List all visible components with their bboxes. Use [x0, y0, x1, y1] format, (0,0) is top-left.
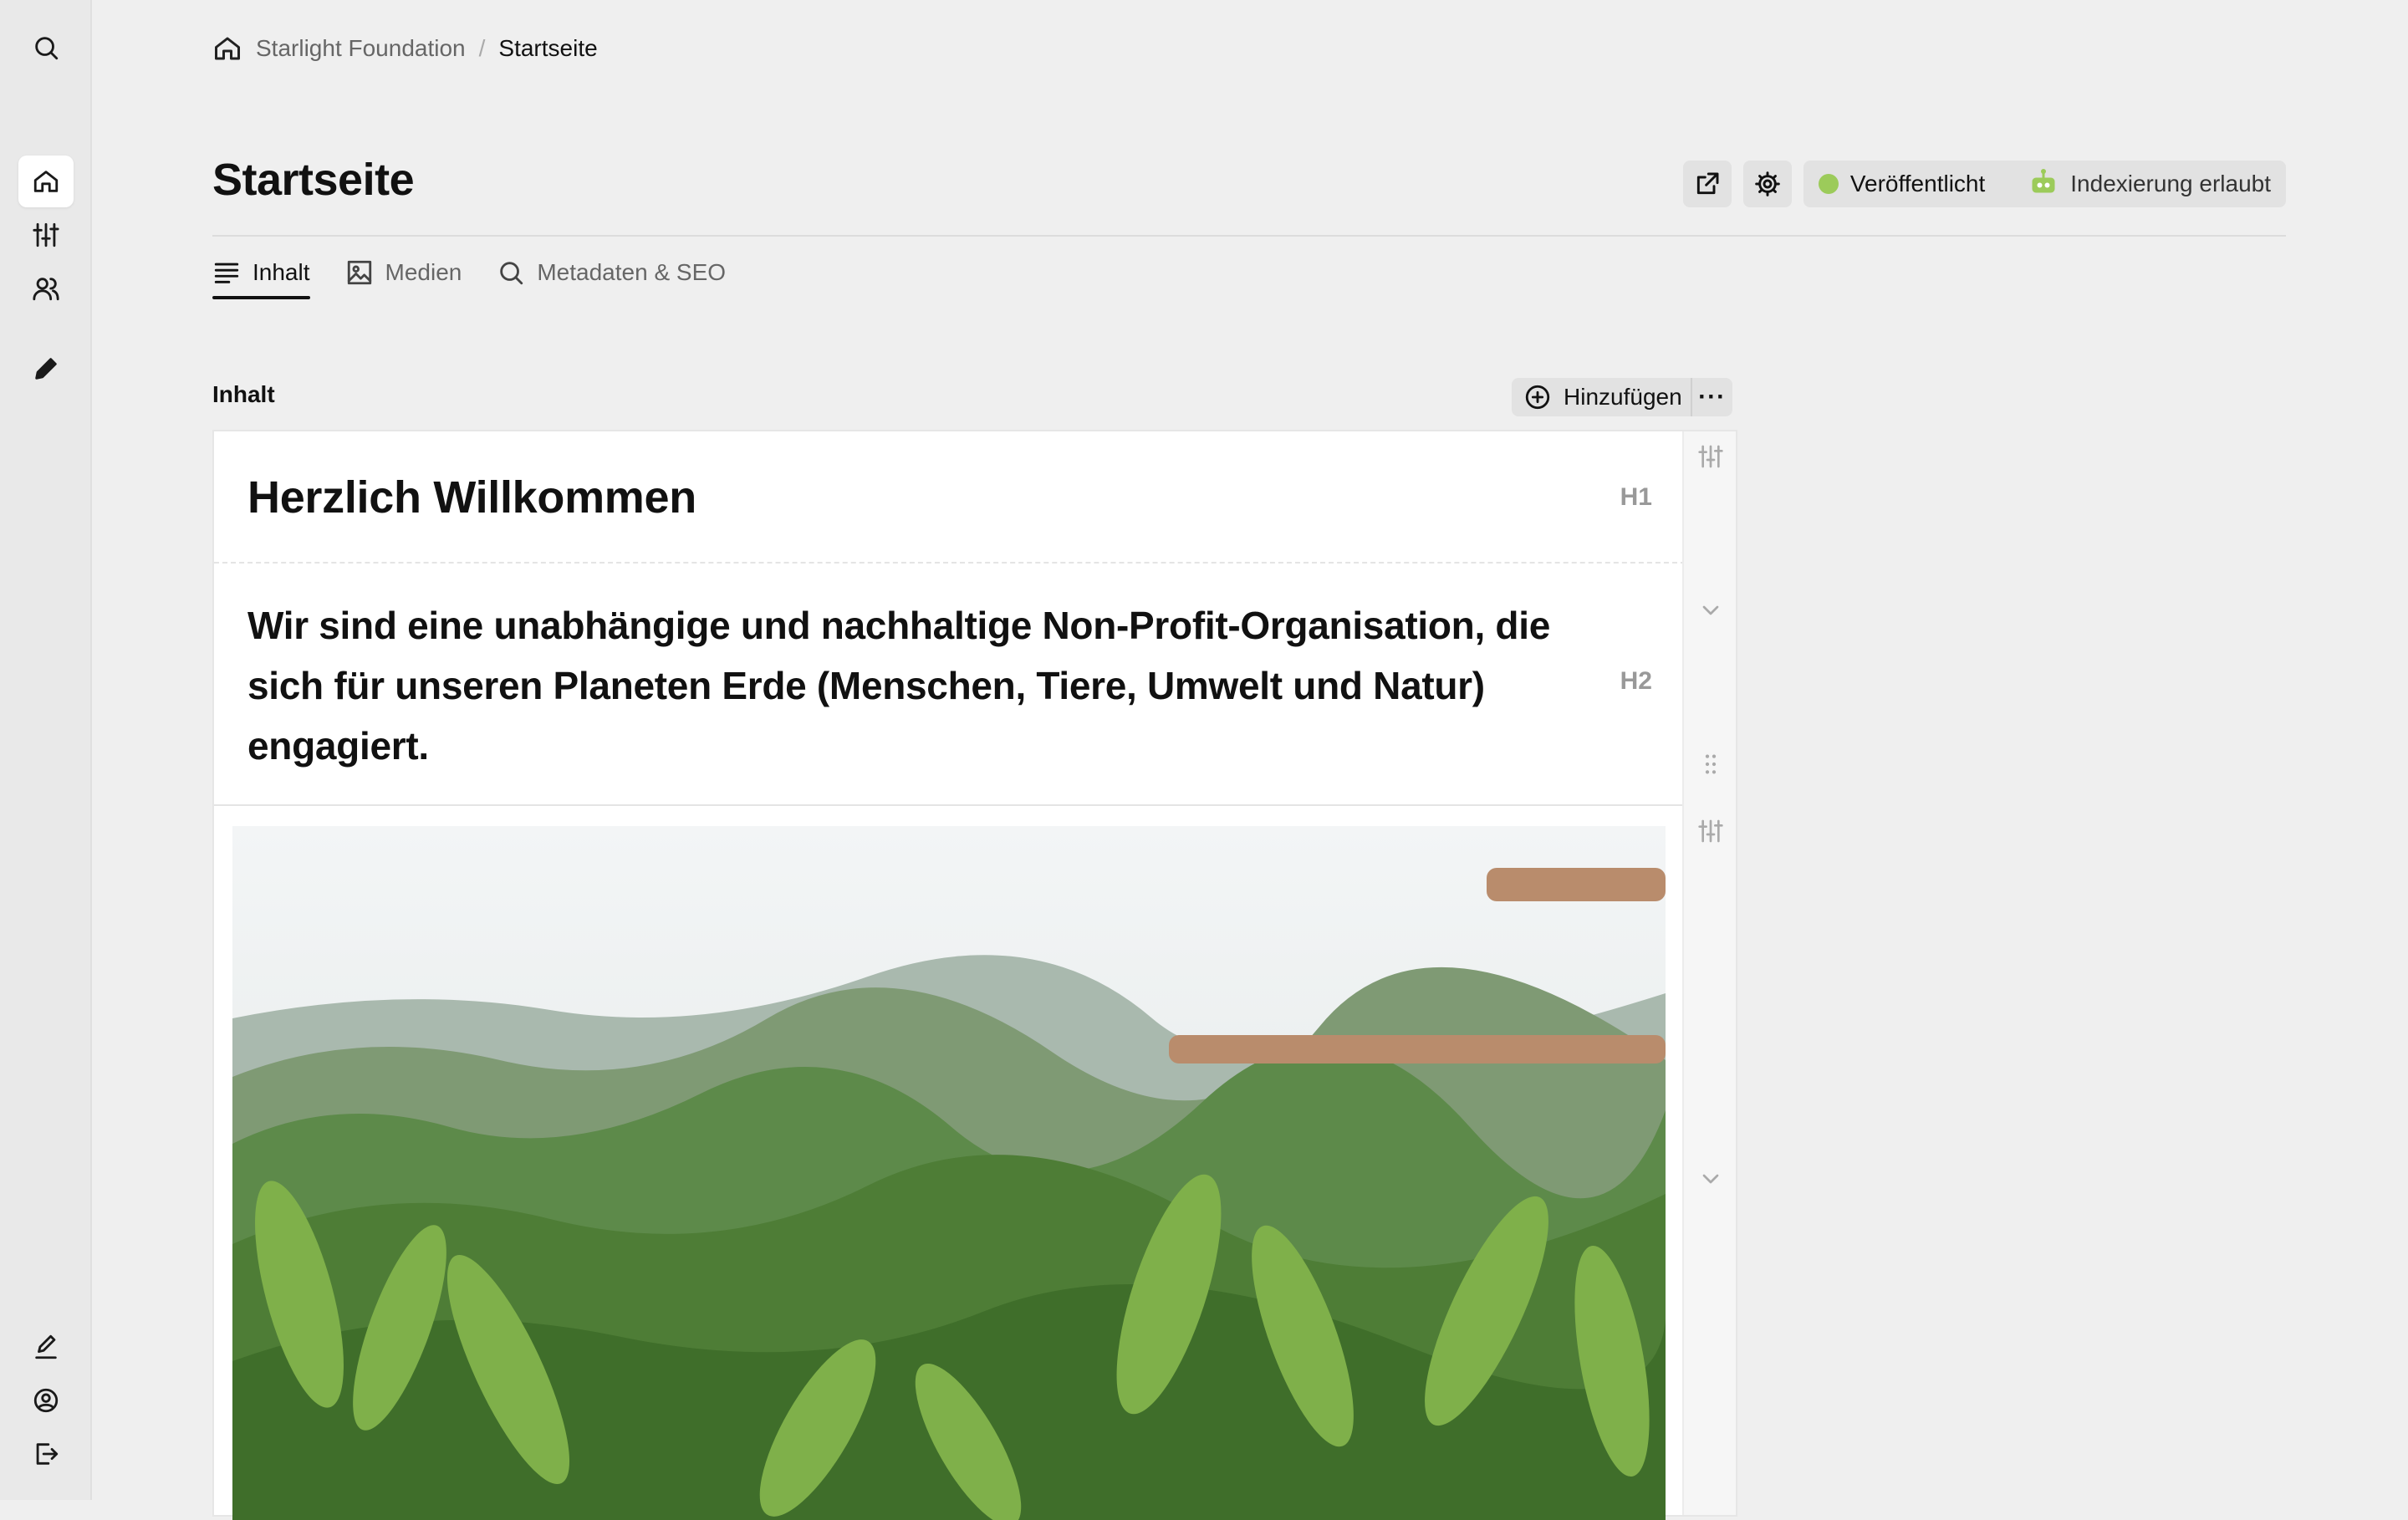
pencil-icon [35, 358, 57, 380]
add-block-button[interactable]: Hinzufügen [1512, 378, 1691, 416]
tab-medien[interactable]: Medien [345, 247, 462, 298]
image-block-settings-button[interactable] [1697, 818, 1724, 844]
heading-block-h2[interactable]: Wir sind eine unabhängige und nachhaltig… [214, 564, 1686, 806]
logout-icon [36, 1443, 59, 1465]
page-title: Startseite [212, 155, 415, 205]
breadcrumb-root[interactable]: Starlight Foundation [256, 35, 466, 62]
chevron-down-icon [1702, 1174, 1719, 1184]
tab-label: Inhalt [253, 259, 310, 285]
home-icon [33, 171, 59, 192]
edit-icon [35, 1334, 57, 1359]
page-settings-button[interactable] [1742, 161, 1792, 207]
plus-circle-icon [1525, 385, 1550, 410]
sliders-icon [1698, 819, 1723, 843]
users-icon [33, 278, 59, 301]
add-toolbar: Hinzufügen ··· [1512, 378, 1732, 416]
image-block[interactable] [214, 808, 1686, 1520]
edit-profile-button[interactable] [18, 1321, 74, 1373]
more-options-button[interactable]: ··· [1690, 378, 1732, 416]
search-button[interactable] [18, 22, 74, 74]
sidebar-item-settings[interactable] [18, 209, 74, 261]
published-label: Veröffentlicht [1849, 171, 1986, 196]
tab-metadaten-seo[interactable]: Metadaten & SEO [497, 247, 726, 298]
header-divider [212, 235, 2286, 237]
sidebar-item-editor[interactable] [18, 343, 74, 395]
heading-block-h1[interactable]: Herzlich Willkommen H1 [214, 431, 1686, 564]
sliders-icon [1698, 445, 1723, 468]
external-link-icon [1696, 172, 1719, 195]
drag-handle[interactable] [1697, 751, 1724, 778]
collapse-button[interactable] [1697, 597, 1724, 624]
chevron-down-icon [1702, 605, 1719, 615]
search-icon [35, 37, 59, 60]
breadcrumb: Starlight Foundation / Startseite [212, 32, 598, 65]
indexing-label: Indexierung erlaubt [2070, 171, 2271, 196]
h1-text[interactable]: Herzlich Willkommen [247, 472, 696, 523]
indexing-status[interactable]: Indexierung erlaubt [2028, 167, 2271, 201]
search-icon [500, 262, 523, 285]
tab-bar: Inhalt Medien Metadaten & SEO [212, 247, 726, 299]
breadcrumb-separator: / [478, 35, 486, 61]
user-circle-icon [33, 1388, 59, 1413]
h2-tag: H2 [1620, 667, 1652, 695]
logout-button[interactable] [18, 1428, 74, 1480]
home-icon[interactable] [212, 33, 242, 64]
account-button[interactable] [18, 1375, 74, 1426]
h2-text[interactable]: Wir sind eine unabhängige und nachhaltig… [247, 595, 1602, 776]
sidebar [0, 0, 92, 1500]
sidebar-item-home[interactable] [18, 156, 74, 207]
tab-inhalt[interactable]: Inhalt [212, 247, 310, 299]
status-dot-icon [1818, 174, 1839, 194]
image-collapse-button[interactable] [1697, 1166, 1724, 1192]
status-group[interactable]: Veröffentlicht Indexierung erlaubt [1803, 161, 2286, 207]
breadcrumb-current: Startseite [498, 35, 598, 61]
sidebar-item-users[interactable] [18, 263, 74, 314]
gear-icon [1755, 171, 1780, 196]
content-editor: Herzlich Willkommen H1 Wir sind eine una… [212, 430, 1737, 1520]
jungle-photo[interactable] [232, 826, 1666, 1520]
image-icon [347, 260, 371, 285]
tab-label: Medien [385, 259, 462, 285]
add-block-label: Hinzufügen [1564, 384, 1682, 410]
block-controls-rail [1682, 431, 1736, 1515]
content-section-label: Inhalt [212, 381, 275, 407]
header-actions: Veröffentlicht Indexierung erlaubt [1682, 161, 2286, 207]
drag-handle-icon [1705, 754, 1717, 774]
open-external-button[interactable] [1682, 161, 1732, 207]
sliders-icon [33, 222, 59, 247]
block-settings-button[interactable] [1697, 443, 1724, 470]
text-lines-icon [214, 263, 239, 283]
published-status[interactable]: Veröffentlicht [1818, 171, 1986, 197]
h1-tag: H1 [1620, 483, 1652, 511]
tab-label: Metadaten & SEO [537, 259, 727, 285]
robot-icon [2028, 167, 2059, 201]
